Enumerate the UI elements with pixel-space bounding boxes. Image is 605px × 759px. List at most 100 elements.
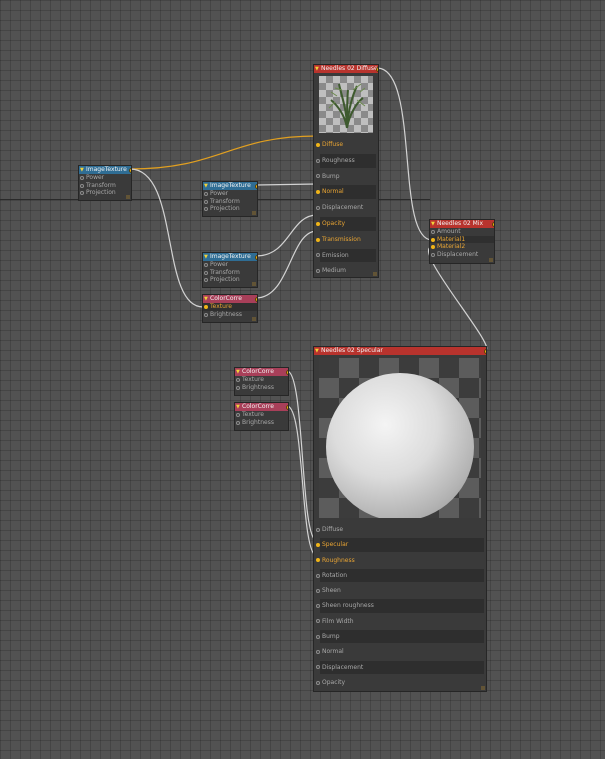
input-texture[interactable]: Texture: [235, 411, 288, 419]
input-bump[interactable]: Bump: [314, 629, 486, 644]
socket-circle-icon[interactable]: [316, 558, 320, 563]
socket-circle-icon[interactable]: [316, 588, 320, 593]
input-emission[interactable]: Emission: [314, 248, 378, 264]
colorcorrect-node-2[interactable]: ▼ ColorCorre Texture Brightness: [234, 367, 289, 396]
socket-circle-icon[interactable]: [204, 207, 208, 211]
triangle-down-icon[interactable]: ▼: [315, 348, 319, 354]
input-brightness[interactable]: Brightness: [235, 384, 288, 392]
input-displacement[interactable]: Displacement: [430, 251, 494, 259]
input-specular[interactable]: Specular: [314, 537, 486, 552]
mix-material-node[interactable]: ▼ Needles 02 Mix Amount Material1 Materi…: [429, 219, 495, 264]
input-transform[interactable]: Transform: [203, 269, 257, 277]
node-header[interactable]: ▼ Needles 02 Mix: [430, 220, 494, 228]
input-diffuse[interactable]: Diffuse: [314, 137, 378, 153]
input-normal[interactable]: Normal: [314, 184, 378, 200]
socket-circle-icon[interactable]: [236, 413, 240, 417]
node-header[interactable]: ▼ ColorCorre: [235, 403, 288, 411]
resize-grip-icon[interactable]: [489, 258, 493, 262]
socket-circle-icon[interactable]: [316, 573, 320, 578]
input-projection[interactable]: Projection: [79, 189, 131, 197]
input-projection[interactable]: Projection: [203, 276, 257, 284]
input-rotation[interactable]: Rotation: [314, 568, 486, 583]
socket-circle-icon[interactable]: [431, 245, 435, 249]
resize-grip-icon[interactable]: [481, 686, 485, 690]
socket-circle-icon[interactable]: [204, 192, 208, 196]
specular-material-node[interactable]: ▼ Needles 02 Specular Diffuse Specular R…: [313, 346, 487, 692]
input-bump[interactable]: Bump: [314, 169, 378, 185]
socket-circle-icon[interactable]: [236, 378, 240, 382]
node-header[interactable]: ▼ ImageTexture: [203, 182, 257, 190]
node-header[interactable]: ▼ ImageTexture: [203, 253, 257, 261]
socket-circle-icon[interactable]: [204, 263, 208, 267]
socket-circle-icon[interactable]: [204, 312, 208, 317]
output-socket-icon[interactable]: [376, 66, 378, 72]
socket-circle-icon[interactable]: [316, 158, 320, 163]
socket-circle-icon[interactable]: [204, 278, 208, 282]
socket-circle-icon[interactable]: [80, 191, 84, 195]
input-power[interactable]: Power: [79, 174, 131, 182]
triangle-down-icon[interactable]: ▼: [80, 167, 84, 173]
input-material2[interactable]: Material2: [430, 243, 494, 251]
socket-circle-icon[interactable]: [316, 221, 320, 226]
resize-grip-icon[interactable]: [252, 317, 256, 321]
socket-circle-icon[interactable]: [80, 183, 84, 188]
socket-circle-icon[interactable]: [316, 650, 320, 655]
input-roughness[interactable]: Roughness: [314, 553, 486, 568]
input-transform[interactable]: Transform: [79, 182, 131, 190]
imagetexture-node-2[interactable]: ▼ ImageTexture Power Transform Projectio…: [202, 181, 258, 217]
triangle-down-icon[interactable]: ▼: [204, 296, 208, 302]
socket-circle-icon[interactable]: [316, 269, 320, 274]
triangle-down-icon[interactable]: ▼: [204, 254, 208, 260]
resize-grip-icon[interactable]: [126, 195, 130, 199]
node-header[interactable]: ▼ ColorCorre: [203, 295, 257, 303]
input-displacement[interactable]: Displacement: [314, 200, 378, 216]
output-socket-icon[interactable]: [286, 369, 288, 375]
socket-circle-icon[interactable]: [316, 174, 320, 179]
output-socket-icon[interactable]: [255, 254, 257, 260]
resize-grip-icon[interactable]: [252, 282, 256, 286]
socket-circle-icon[interactable]: [431, 230, 435, 234]
socket-circle-icon[interactable]: [316, 542, 320, 547]
resize-grip-icon[interactable]: [252, 211, 256, 215]
input-diffuse[interactable]: Diffuse: [314, 522, 486, 537]
socket-circle-icon[interactable]: [236, 420, 240, 425]
input-roughness[interactable]: Roughness: [314, 153, 378, 169]
socket-circle-icon[interactable]: [80, 176, 84, 180]
input-sheen-roughness[interactable]: Sheen roughness: [314, 598, 486, 613]
socket-circle-icon[interactable]: [431, 237, 435, 242]
socket-circle-icon[interactable]: [204, 199, 208, 204]
triangle-down-icon[interactable]: ▼: [431, 221, 435, 227]
input-displacement[interactable]: Displacement: [314, 660, 486, 675]
socket-circle-icon[interactable]: [316, 619, 320, 624]
output-socket-icon[interactable]: [286, 404, 288, 410]
input-sheen[interactable]: Sheen: [314, 583, 486, 598]
node-header[interactable]: ▼ ColorCorre: [235, 368, 288, 376]
colorcorrect-node-3[interactable]: ▼ ColorCorre Texture Brightness: [234, 402, 289, 431]
triangle-down-icon[interactable]: ▼: [204, 183, 208, 189]
diffuse-material-node[interactable]: ▼ Needles 02 Diffuse Diffuse Roughness B…: [313, 64, 379, 278]
input-projection[interactable]: Projection: [203, 205, 257, 213]
triangle-down-icon[interactable]: ▼: [236, 369, 240, 375]
input-brightness[interactable]: Brightness: [203, 311, 257, 319]
value-field[interactable]: [320, 630, 484, 644]
socket-circle-icon[interactable]: [316, 634, 320, 639]
socket-circle-icon[interactable]: [316, 237, 320, 242]
input-opacity[interactable]: Opacity: [314, 675, 486, 690]
input-brightness[interactable]: Brightness: [235, 419, 288, 427]
colorcorrect-node-1[interactable]: ▼ ColorCorre Texture Brightness: [202, 294, 258, 323]
output-socket-icon[interactable]: [129, 167, 131, 173]
resize-grip-icon[interactable]: [373, 272, 377, 276]
input-power[interactable]: Power: [203, 261, 257, 269]
node-header[interactable]: ▼ Needles 02 Diffuse: [314, 65, 378, 73]
input-material1[interactable]: Material1: [430, 235, 494, 243]
output-socket-icon[interactable]: [484, 348, 486, 354]
socket-circle-icon[interactable]: [316, 680, 320, 685]
node-header[interactable]: ▼ Needles 02 Specular: [314, 347, 486, 355]
imagetexture-node-3[interactable]: ▼ ImageTexture Power Transform Projectio…: [202, 252, 258, 288]
output-socket-icon[interactable]: [492, 221, 494, 227]
input-power[interactable]: Power: [203, 190, 257, 198]
input-film-width[interactable]: Film Width: [314, 614, 486, 629]
triangle-down-icon[interactable]: ▼: [236, 404, 240, 410]
socket-circle-icon[interactable]: [431, 252, 435, 257]
socket-circle-icon[interactable]: [236, 385, 240, 390]
